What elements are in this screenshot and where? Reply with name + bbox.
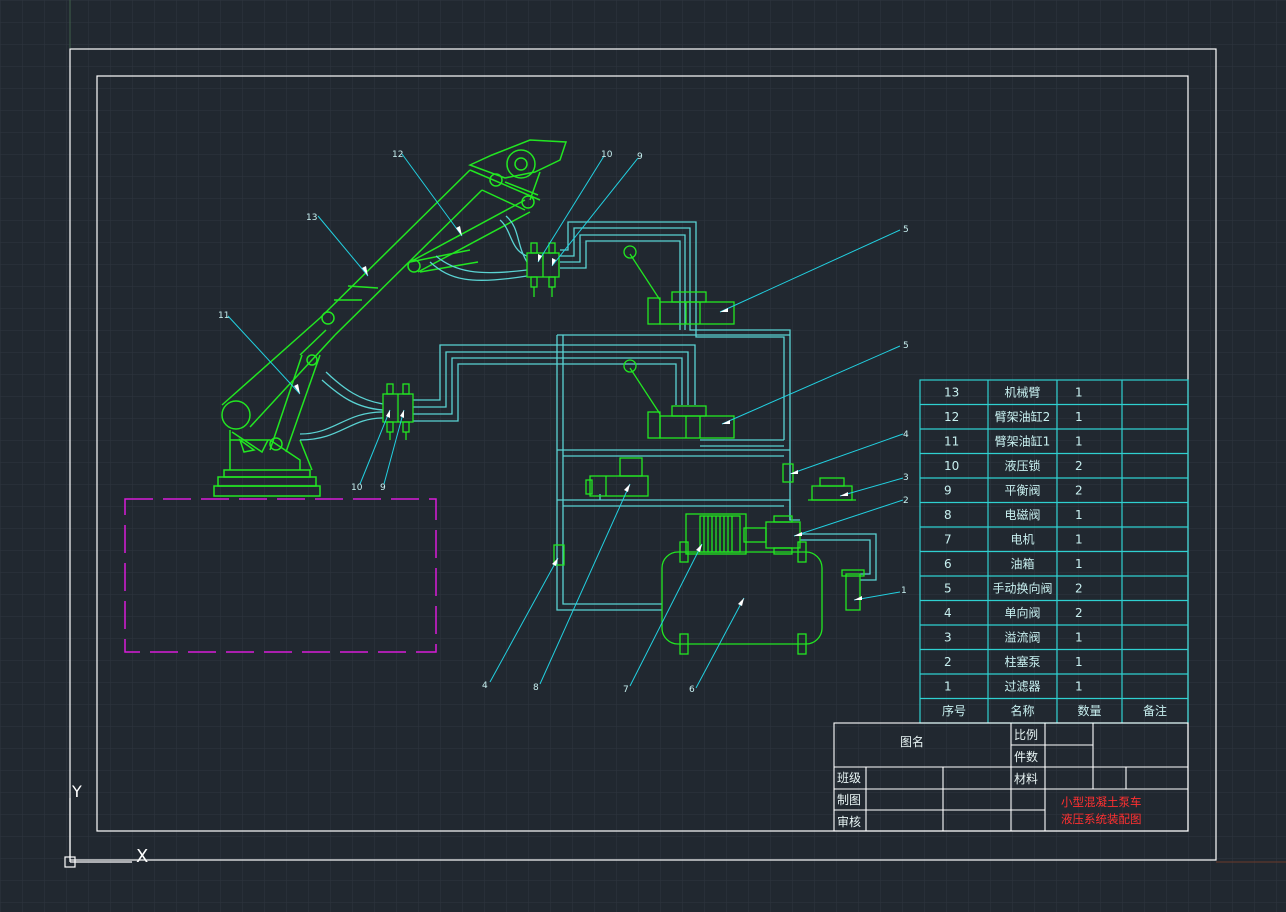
balloon-6: 6 bbox=[689, 685, 695, 695]
bom-cell-name: 液压锁 bbox=[1004, 458, 1040, 473]
ucs-y-label: Y bbox=[71, 782, 82, 801]
drawn-by-label: 制图 bbox=[837, 793, 861, 807]
bom-cell-qty: 1 bbox=[1075, 680, 1083, 694]
bom-cell-no: 5 bbox=[944, 582, 952, 596]
balloon-9-upper: 9 bbox=[637, 152, 643, 162]
drawing-name-label: 图名 bbox=[900, 734, 924, 749]
balloon-4-upper: 4 bbox=[903, 430, 909, 440]
bom-cell-qty: 1 bbox=[1075, 655, 1083, 669]
bom-cell-no: 7 bbox=[944, 533, 952, 547]
bom-cell-name: 油箱 bbox=[1010, 556, 1034, 571]
bom-cell-qty: 1 bbox=[1075, 386, 1083, 400]
balloon-3: 3 bbox=[903, 473, 909, 483]
balloon-13: 13 bbox=[306, 213, 317, 223]
balloon-11: 11 bbox=[218, 311, 229, 321]
ucs-x-label: X bbox=[136, 846, 148, 867]
bom-cell-no: 13 bbox=[944, 386, 959, 400]
bom-cell-qty: 2 bbox=[1075, 606, 1083, 620]
bom-cell-name: 电磁阀 bbox=[1004, 507, 1040, 522]
bom-cell-qty: 2 bbox=[1075, 484, 1083, 498]
bom-header-note: 备注 bbox=[1143, 703, 1167, 718]
bom-cell-no: 4 bbox=[944, 606, 952, 620]
bom-cell-name: 臂架油缸1 bbox=[995, 434, 1051, 449]
bom-cell-name: 手动换向阀 bbox=[992, 581, 1052, 596]
bom-cell-no: 11 bbox=[944, 435, 959, 449]
cad-drawing-canvas[interactable]: 13 12 11 10 9 10 9 5 5 4 3 2 1 4 8 7 6 1… bbox=[0, 0, 1286, 912]
balloon-10-upper: 10 bbox=[601, 150, 613, 160]
balloon-4-lower: 4 bbox=[482, 681, 488, 691]
bom-cell-name: 溢流阀 bbox=[1004, 631, 1040, 645]
count-label: 件数 bbox=[1014, 749, 1038, 764]
bom-cell-name: 柱塞泵 bbox=[1004, 654, 1040, 669]
balloon-12: 12 bbox=[392, 150, 403, 160]
bom-cell-no: 3 bbox=[944, 631, 952, 645]
material-label: 材料 bbox=[1014, 772, 1038, 786]
bom-cell-qty: 1 bbox=[1075, 557, 1083, 571]
scale-label: 比例 bbox=[1014, 728, 1038, 742]
bom-cell-name: 电机 bbox=[1010, 533, 1034, 547]
drawing-title-line2: 液压系统装配图 bbox=[1061, 812, 1142, 826]
balloon-10-lower: 10 bbox=[351, 483, 363, 493]
bom-cell-name: 机械臂 bbox=[1004, 385, 1040, 400]
bom-cell-no: 8 bbox=[944, 508, 952, 522]
bom-cell-qty: 1 bbox=[1075, 631, 1083, 645]
bom-cell-no: 2 bbox=[944, 655, 952, 669]
balloon-8: 8 bbox=[533, 683, 539, 693]
balloon-1: 1 bbox=[901, 586, 907, 596]
bom-cell-name: 臂架油缸2 bbox=[995, 409, 1051, 424]
bom-cell-no: 12 bbox=[944, 410, 959, 424]
bom-cell-no: 10 bbox=[944, 459, 959, 473]
bom-cell-qty: 1 bbox=[1075, 508, 1083, 522]
bom-cell-qty: 1 bbox=[1075, 410, 1083, 424]
bom-cell-no: 6 bbox=[944, 557, 952, 571]
bom-cell-qty: 2 bbox=[1075, 459, 1083, 473]
balloon-5-upper: 5 bbox=[903, 225, 909, 235]
bom-header-qty: 数量 bbox=[1077, 703, 1101, 718]
bom-header-name: 名称 bbox=[1010, 703, 1034, 718]
drawing-title-line1: 小型混凝土泵车 bbox=[1061, 795, 1142, 809]
balloon-7: 7 bbox=[623, 685, 629, 695]
bom-header-no: 序号 bbox=[942, 703, 966, 718]
checked-by-label: 审核 bbox=[837, 814, 861, 829]
balloon-9-lower: 9 bbox=[380, 483, 386, 493]
bom-cell-name: 平衡阀 bbox=[1004, 484, 1040, 498]
class-label: 班级 bbox=[837, 771, 861, 785]
bom-cell-qty: 1 bbox=[1075, 435, 1083, 449]
bom-cell-name: 单向阀 bbox=[1004, 605, 1040, 620]
bom-cell-qty: 2 bbox=[1075, 582, 1083, 596]
balloon-5-lower: 5 bbox=[903, 341, 909, 351]
bom-cell-no: 1 bbox=[944, 680, 952, 694]
bom-cell-no: 9 bbox=[944, 484, 952, 498]
balloon-2: 2 bbox=[903, 496, 909, 506]
bom-cell-qty: 1 bbox=[1075, 533, 1083, 547]
bom-cell-name: 过滤器 bbox=[1004, 680, 1040, 694]
